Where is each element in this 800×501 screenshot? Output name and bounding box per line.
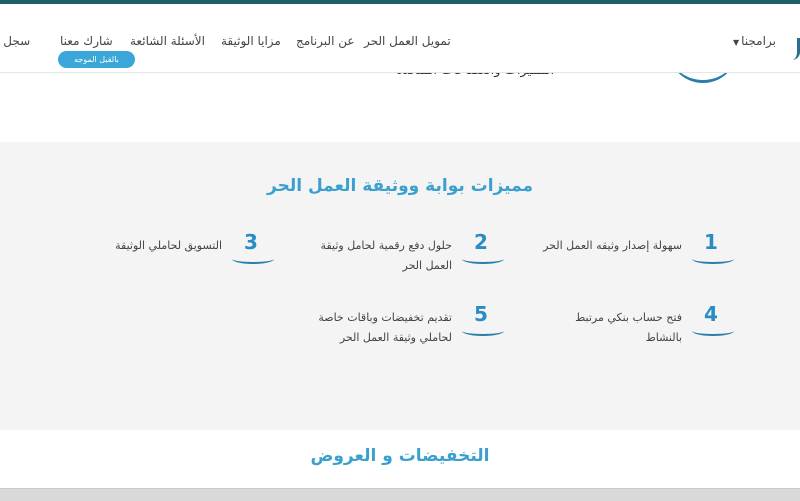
feature-item-1: 1 سهولة إصدار وثيقه العمل الحر xyxy=(540,230,740,276)
feature-number-4: 4 xyxy=(704,302,718,326)
nav-badge-button[interactable]: بالقبل الموجه xyxy=(58,51,135,68)
feature-text-1: سهولة إصدار وثيقه العمل الحر xyxy=(543,239,682,252)
swoosh-icon xyxy=(232,254,274,264)
feature-item-3: 3 التسويق لحاملي الوثيقة xyxy=(80,230,280,276)
feature-number-2: 2 xyxy=(474,230,488,254)
feature-text-2-line1: حلول دفع رقمية لحامل وثيقة xyxy=(320,239,452,252)
feature-text-5-line1: تقديم تخفيضات وباقات خاصة xyxy=(318,311,452,324)
feature-text-5: تقديم تخفيضات وباقات خاصة لحاملي وثيقة ا… xyxy=(318,308,452,348)
feature-number-3: 3 xyxy=(244,230,258,254)
features-section: مميزات بوابة ووثيقة العمل الحر 1 سهولة إ… xyxy=(0,142,800,430)
logo-icon[interactable] xyxy=(789,38,800,60)
nav-freelance-funding[interactable]: تمويل العمل الحر xyxy=(364,34,451,48)
swoosh-icon xyxy=(692,254,734,264)
feature-text-3: التسويق لحاملي الوثيقة xyxy=(115,239,222,252)
nav-register[interactable]: سجل معنا xyxy=(0,34,30,48)
swoosh-icon xyxy=(462,254,504,264)
offers-section: التخفيضات و العروض xyxy=(0,430,800,488)
feature-text-5-line2: لحاملي وثيقة العمل الحر xyxy=(339,331,452,344)
horizontal-scrollbar[interactable] xyxy=(0,488,800,501)
nav-participate[interactable]: شارك معنا xyxy=(60,34,113,48)
feature-text-2-line2: العمل الحر xyxy=(402,259,452,272)
features-title: مميزات بوابة ووثيقة العمل الحر xyxy=(267,176,533,196)
swoosh-icon xyxy=(692,326,734,336)
feature-text-2: حلول دفع رقمية لحامل وثيقة العمل الحر xyxy=(321,236,452,276)
caret-down-icon: ▼ xyxy=(733,38,740,47)
swoosh-icon xyxy=(462,326,504,336)
feature-number-5: 5 xyxy=(474,302,488,326)
site-header: برامجنا▼ تمويل العمل الحر عن البرنامج مز… xyxy=(0,4,800,73)
feature-item-2: 2 حلول دفع رقمية لحامل وثيقة العمل الحر xyxy=(310,230,510,280)
nav-document-benefits[interactable]: مزايا الوثيقة xyxy=(221,34,281,48)
feature-item-5: 5 تقديم تخفيضات وباقات خاصة لحاملي وثيقة… xyxy=(310,302,510,352)
feature-text-4: فتح حساب بنكي مرتبط بالنشاط xyxy=(575,311,682,344)
feature-number-1: 1 xyxy=(704,230,718,254)
offers-title: التخفيضات و العروض xyxy=(310,446,490,466)
nav-programs-label: برامجنا xyxy=(741,34,776,48)
hero-bottom-strip xyxy=(0,72,800,142)
nav-programs-menu[interactable]: برامجنا▼ xyxy=(733,34,776,48)
nav-about-program[interactable]: عن البرنامج xyxy=(296,34,355,48)
nav-faq[interactable]: الأسئلة الشائعة xyxy=(130,34,205,48)
feature-item-4: 4 فتح حساب بنكي مرتبط بالنشاط xyxy=(540,302,740,348)
